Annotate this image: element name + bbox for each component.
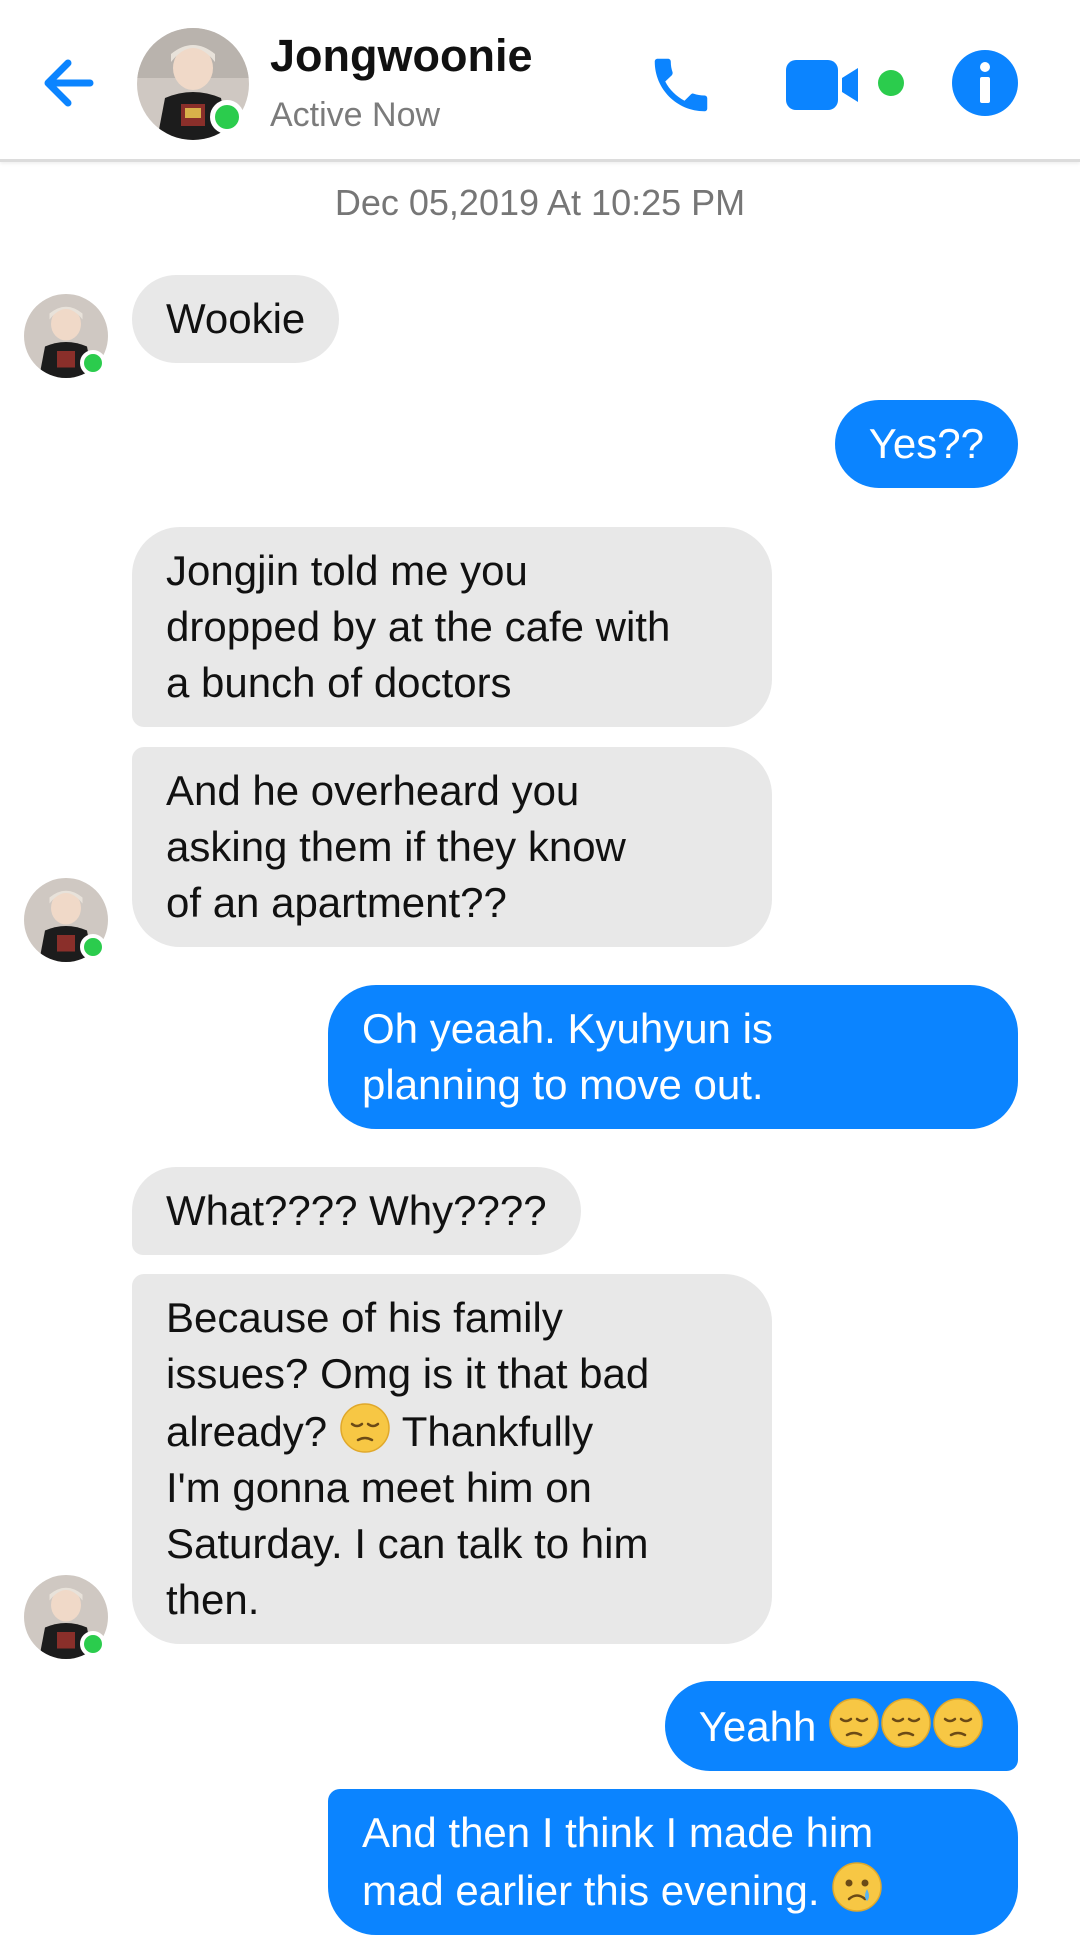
message-line: Because of his family [166, 1294, 563, 1341]
message-line: of an apartment?? [166, 879, 507, 926]
message-line: Oh yeaah. Kyuhyun is [362, 1005, 773, 1052]
message-bubble-received[interactable]: What???? Why???? [132, 1167, 581, 1255]
message-line: planning to move out. [362, 1061, 764, 1108]
message-line: a bunch of doctors [166, 659, 512, 706]
message-line: I'm gonna meet him on [166, 1464, 592, 1511]
info-icon [952, 50, 1018, 116]
message-line: already? Thankfully [166, 1402, 738, 1460]
online-indicator [80, 1631, 106, 1657]
message-bubble-sent[interactable]: Yeahh [664, 1681, 1018, 1771]
message-line: Jongjin told me you [166, 547, 528, 594]
message-bubble-sent[interactable]: And then I think I made him mad earlier … [328, 1789, 1018, 1935]
video-camera-icon [786, 60, 904, 110]
message-bubble-received[interactable]: Jongjin told me you dropped by at the ca… [132, 527, 772, 727]
crying-face-icon [832, 1862, 882, 1912]
voice-call-button[interactable] [646, 50, 716, 120]
info-button[interactable] [950, 48, 1020, 118]
arrow-left-icon [44, 59, 94, 107]
message-text: Yeahh [698, 1703, 817, 1750]
online-indicator [210, 100, 244, 134]
message-text: Yes?? [868, 420, 984, 467]
message-text: Wookie [166, 295, 306, 342]
online-indicator [80, 934, 106, 960]
message-line: mad earlier this evening. [362, 1861, 984, 1919]
chat-header: Jongwoonie Active Now [0, 0, 1080, 162]
message-line: issues? Omg is it that bad [166, 1350, 650, 1397]
video-call-button[interactable] [784, 56, 904, 116]
message-text: What???? Why???? [166, 1187, 547, 1234]
message-line: Saturday. I can talk to him [166, 1520, 649, 1567]
message-bubble-sent[interactable]: Oh yeaah. Kyuhyun is planning to move ou… [328, 985, 1018, 1129]
online-indicator [80, 350, 106, 376]
pensive-face-icon [933, 1698, 983, 1748]
conversation-timestamp: Dec 05,2019 At 10:25 PM [334, 182, 746, 223]
message-bubble-received[interactable]: Wookie [132, 275, 340, 363]
pensive-face-icon [829, 1698, 879, 1748]
message-line: dropped by at the cafe with [166, 603, 671, 650]
active-status: Active Now [270, 96, 441, 134]
message-bubble-received[interactable]: Because of his family issues? Omg is it … [132, 1274, 772, 1644]
pensive-face-icon [340, 1403, 390, 1453]
message-bubble-sent[interactable]: Yes?? [834, 400, 1018, 488]
message-bubble-received[interactable]: And he overheard you asking them if they… [132, 747, 772, 947]
phone-icon [654, 58, 708, 112]
contact-name[interactable]: Jongwoonie [270, 30, 533, 82]
message-line: asking them if they know [166, 823, 626, 870]
message-line: And then I think I made him [362, 1809, 874, 1856]
message-line: then. [166, 1576, 260, 1623]
back-button[interactable] [38, 48, 108, 118]
pensive-face-icon [881, 1698, 931, 1748]
message-line: And he overheard you [166, 767, 580, 814]
